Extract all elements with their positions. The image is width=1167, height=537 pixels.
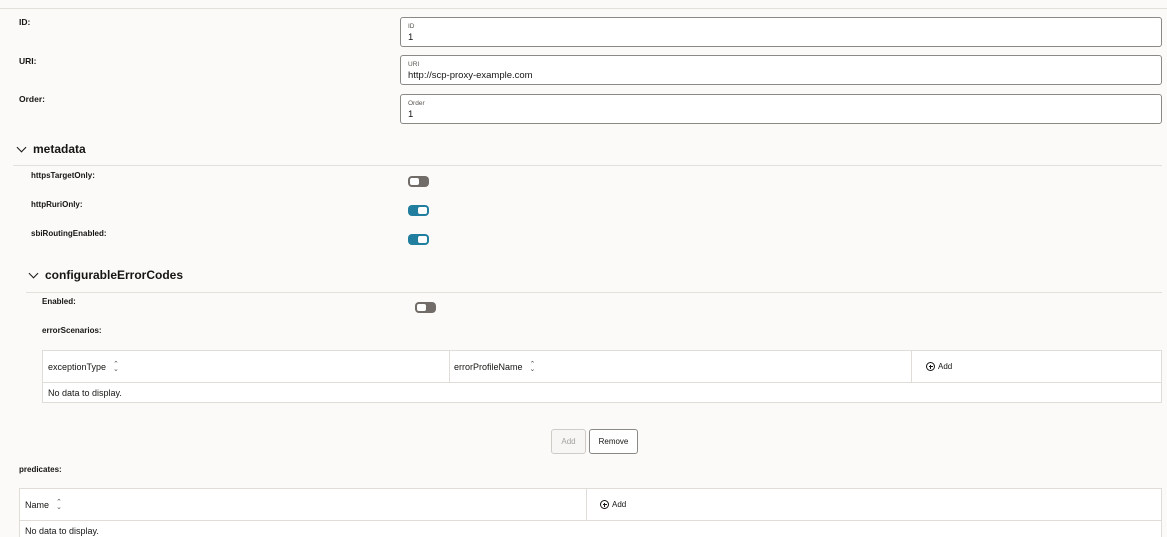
remove-button[interactable]: Remove bbox=[589, 429, 638, 454]
toggle-knob bbox=[417, 304, 426, 311]
chevron-down-icon bbox=[16, 142, 27, 152]
add-circle-icon bbox=[600, 500, 609, 509]
error-scenarios-label: errorScenarios: bbox=[42, 326, 102, 335]
toggle-knob bbox=[418, 207, 427, 214]
uri-label: URI: bbox=[19, 56, 37, 66]
header-divider bbox=[43, 382, 1161, 383]
column-header-exception-type[interactable]: exceptionType ⌃ ⌄ bbox=[43, 351, 449, 382]
id-field[interactable]: ID 1 bbox=[400, 17, 1162, 47]
configurable-error-codes-divider bbox=[26, 292, 1162, 293]
order-value[interactable]: 1 bbox=[408, 109, 413, 120]
metadata-section-toggle[interactable]: metadata bbox=[16, 142, 86, 156]
toggle-knob bbox=[410, 178, 419, 185]
uri-float-label: URI bbox=[408, 61, 420, 68]
order-field[interactable]: Order 1 bbox=[400, 94, 1162, 124]
enabled-label: Enabled: bbox=[42, 297, 76, 306]
column-header-error-profile-name[interactable]: errorProfileName ⌃ ⌄ bbox=[449, 351, 911, 382]
add-button[interactable]: Add bbox=[551, 429, 586, 454]
empty-message: No data to display. bbox=[48, 388, 122, 398]
http-ruri-only-toggle[interactable] bbox=[408, 205, 429, 216]
predicates-table: Name ⌃ ⌄ Add No data to display. bbox=[19, 488, 1162, 537]
toggle-knob bbox=[418, 236, 427, 243]
id-float-label: ID bbox=[408, 23, 415, 30]
metadata-title: metadata bbox=[33, 142, 86, 156]
add-label: Add bbox=[612, 500, 627, 509]
id-label: ID: bbox=[19, 17, 31, 27]
predicates-label: predicates: bbox=[19, 465, 62, 474]
column-header-label: exceptionType bbox=[48, 361, 107, 372]
enabled-toggle[interactable] bbox=[415, 302, 436, 313]
chevron-down-icon bbox=[28, 268, 39, 278]
sbi-routing-enabled-toggle[interactable] bbox=[408, 234, 429, 245]
empty-message: No data to display. bbox=[25, 526, 99, 536]
uri-value[interactable]: http://scp-proxy-example.com bbox=[408, 70, 533, 81]
column-header-label: Name bbox=[25, 499, 50, 510]
header-divider bbox=[20, 520, 1161, 521]
id-value[interactable]: 1 bbox=[408, 32, 413, 43]
configurable-error-codes-title: configurableErrorCodes bbox=[45, 268, 184, 282]
add-circle-icon bbox=[926, 362, 935, 371]
sort-icon[interactable]: ⌃ ⌄ bbox=[113, 361, 119, 373]
metadata-divider bbox=[13, 165, 1162, 166]
column-header-name[interactable]: Name ⌃ ⌄ bbox=[20, 489, 586, 520]
top-divider bbox=[0, 8, 1167, 9]
sbi-routing-enabled-label: sbiRoutingEnabled: bbox=[31, 229, 107, 238]
column-header-label: errorProfileName bbox=[454, 361, 523, 372]
order-label: Order: bbox=[19, 94, 45, 104]
sort-icon[interactable]: ⌃ ⌄ bbox=[530, 361, 536, 373]
error-scenarios-table: exceptionType ⌃ ⌄ errorProfileName ⌃ ⌄ Add… bbox=[42, 350, 1162, 403]
http-ruri-only-label: httpRuriOnly: bbox=[31, 200, 83, 209]
add-predicate-link[interactable]: Add bbox=[586, 489, 886, 520]
configurable-error-codes-section-toggle[interactable]: configurableErrorCodes bbox=[28, 268, 184, 282]
https-target-only-toggle[interactable] bbox=[408, 176, 429, 187]
add-error-scenario-link[interactable]: Add bbox=[911, 351, 1161, 382]
uri-field[interactable]: URI http://scp-proxy-example.com bbox=[400, 55, 1162, 85]
sort-icon[interactable]: ⌃ ⌄ bbox=[56, 499, 62, 511]
https-target-only-label: httpsTargetOnly: bbox=[31, 171, 95, 180]
order-float-label: Order bbox=[408, 100, 425, 107]
add-label: Add bbox=[938, 362, 953, 371]
